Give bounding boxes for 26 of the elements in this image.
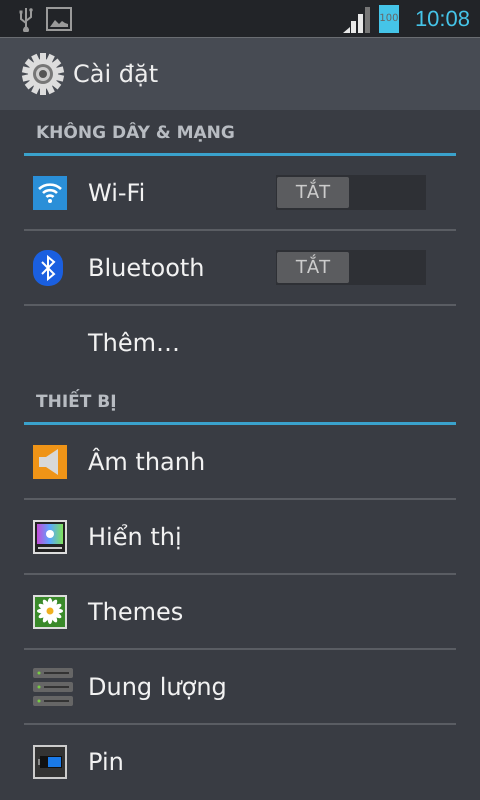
settings-item[interactable]: Thêm… [24,306,456,379]
battery-level: 100 [379,13,398,24]
usb-icon [18,6,34,32]
image-icon [46,6,72,30]
settings-item[interactable]: Dung lượng [24,650,456,725]
display-icon [33,520,67,554]
section-header: KHÔNG DÂY & MẠNG [24,110,456,156]
bluetooth-icon [33,250,63,286]
flower-icon [33,594,67,628]
clock: 10:08 [414,6,470,32]
settings-item[interactable]: Hiển thị [24,500,456,575]
settings-item[interactable]: Bluetooth TẮT [24,231,456,306]
speaker-icon [33,444,67,478]
toggle-switch[interactable]: TẮT [276,250,426,285]
settings-item[interactable]: Pin [24,725,456,798]
storage-icon [33,668,73,706]
gear-icon[interactable] [21,52,65,96]
settings-item[interactable]: Wi-Fi TẮT [24,156,456,231]
wifi-icon [33,176,67,210]
settings-item[interactable]: Themes [24,575,456,650]
settings-item[interactable]: Âm thanh [24,425,456,500]
battery-icon [33,744,67,778]
signal-icon [342,4,371,32]
toggle-switch[interactable]: TẮT [276,175,426,210]
section-header: THIẾT BỊ [24,379,456,425]
screen-title: Cài đặt [73,60,158,88]
